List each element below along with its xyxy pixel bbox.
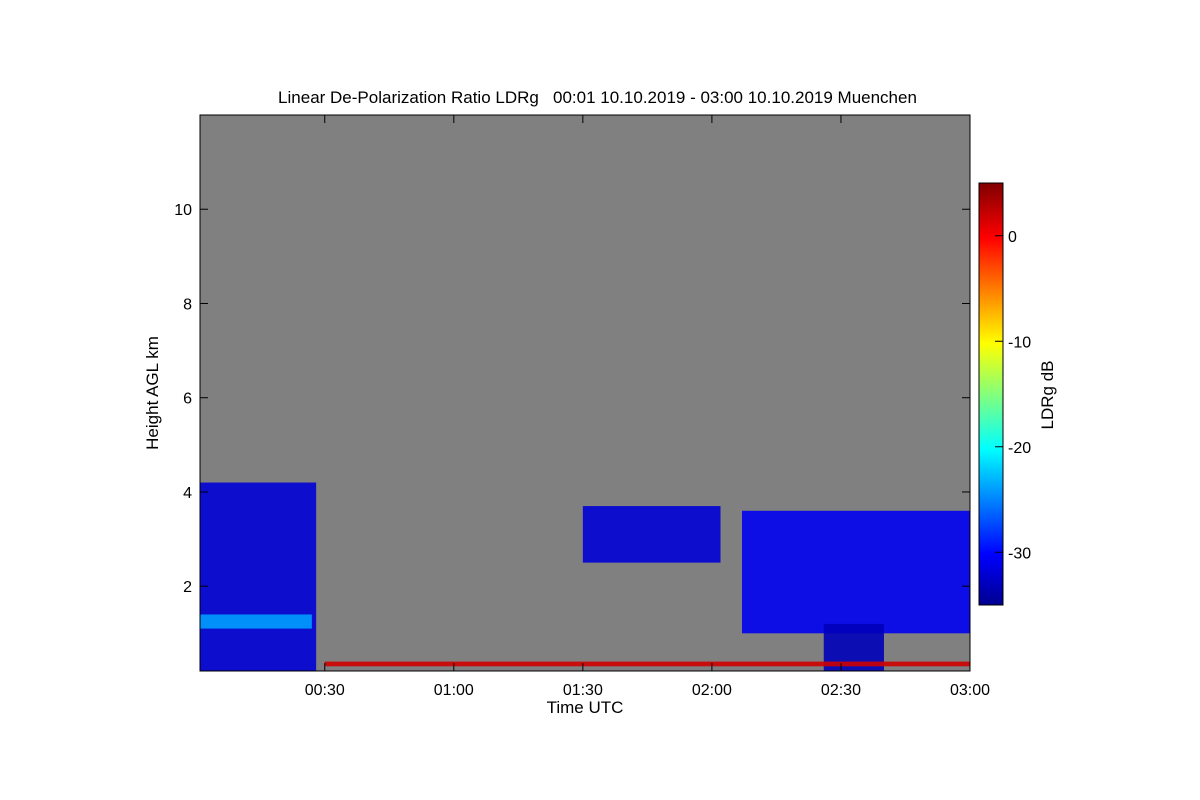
feature-melting-surface-layer	[324, 661, 970, 667]
x-tick-label: 02:30	[821, 682, 861, 699]
x-tick-label: 01:30	[563, 682, 603, 699]
y-tick-label: 10	[174, 202, 192, 219]
colorbar-tick-label: -10	[1008, 334, 1031, 351]
colorbar-label: LDRg dB	[1038, 361, 1057, 430]
feature-low-cloud-early	[200, 482, 317, 671]
chart-svg: 00:30 01:00 01:30 02:00 02:30 03:00 2 4 6 8 10 Tim…	[143, 114, 1057, 717]
feature-depolarizing-layer	[200, 614, 312, 629]
x-tick-label: 03:00	[950, 682, 990, 699]
y-tick-label: 2	[183, 579, 192, 596]
colorbar	[978, 182, 1004, 606]
x-axis-label: Time UTC	[547, 698, 624, 717]
x-tick-label: 00:30	[305, 682, 345, 699]
y-tick-label: 8	[183, 296, 192, 313]
feature-mid-cloud-01-30-02-00	[582, 506, 721, 563]
x-tick-label: 02:00	[692, 682, 732, 699]
colorbar-tick-label: 0	[1008, 229, 1017, 246]
y-tick-label: 6	[183, 391, 192, 408]
y-axis-label: Height AGL km	[143, 336, 162, 450]
feature-mid-cloud-02-05-03-00	[742, 510, 970, 634]
colorbar-tick-label: -20	[1008, 440, 1031, 457]
colorbar-tick-label: -30	[1008, 545, 1031, 562]
y-tick-label: 4	[183, 485, 192, 502]
x-tick-label: 01:00	[434, 682, 474, 699]
